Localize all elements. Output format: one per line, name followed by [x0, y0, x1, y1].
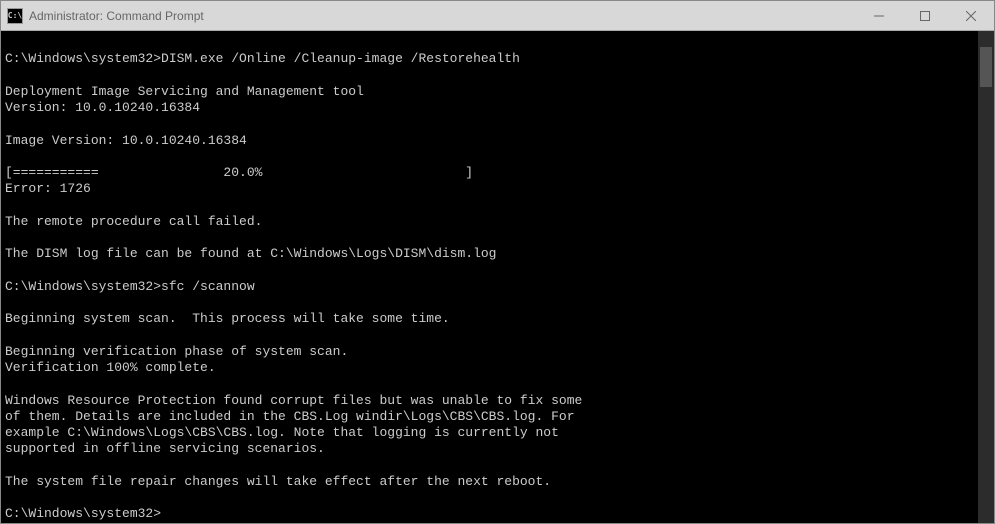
window-controls — [856, 1, 994, 30]
terminal-line: C:\Windows\system32>DISM.exe /Online /Cl… — [5, 51, 978, 67]
terminal-line: supported in offline servicing scenarios… — [5, 441, 978, 457]
terminal-line: The remote procedure call failed. — [5, 214, 978, 230]
minimize-button[interactable] — [856, 1, 902, 30]
terminal-line — [5, 458, 978, 474]
command-prompt-window: C:\ Administrator: Command Prompt C:\Win… — [0, 0, 995, 524]
scrollbar-vertical[interactable] — [978, 31, 994, 523]
terminal-line — [5, 230, 978, 246]
terminal-line: Image Version: 10.0.10240.16384 — [5, 133, 978, 149]
terminal-line — [5, 328, 978, 344]
terminal-line — [5, 490, 978, 506]
terminal-line: example C:\Windows\Logs\CBS\CBS.log. Not… — [5, 425, 978, 441]
terminal-line — [5, 149, 978, 165]
terminal-line: [=========== 20.0% ] — [5, 165, 978, 181]
maximize-icon — [920, 11, 930, 21]
terminal-line: The system file repair changes will take… — [5, 474, 978, 490]
terminal-line: Deployment Image Servicing and Managemen… — [5, 84, 978, 100]
terminal-line: The DISM log file can be found at C:\Win… — [5, 246, 978, 262]
terminal-line: Beginning verification phase of system s… — [5, 344, 978, 360]
window-title: Administrator: Command Prompt — [29, 9, 856, 23]
window-icon: C:\ — [7, 8, 23, 24]
terminal-line: C:\Windows\system32> — [5, 506, 978, 522]
close-button[interactable] — [948, 1, 994, 30]
terminal-line: of them. Details are included in the CBS… — [5, 409, 978, 425]
terminal-line — [5, 68, 978, 84]
terminal-line: Beginning system scan. This process will… — [5, 311, 978, 327]
close-icon — [966, 11, 976, 21]
terminal-output[interactable]: C:\Windows\system32>DISM.exe /Online /Cl… — [1, 31, 978, 523]
scrollbar-thumb[interactable] — [980, 47, 992, 87]
terminal-line — [5, 295, 978, 311]
content-area: C:\Windows\system32>DISM.exe /Online /Cl… — [1, 31, 994, 523]
titlebar[interactable]: C:\ Administrator: Command Prompt — [1, 1, 994, 31]
terminal-line — [5, 35, 978, 51]
maximize-button[interactable] — [902, 1, 948, 30]
terminal-line — [5, 376, 978, 392]
terminal-line: C:\Windows\system32>sfc /scannow — [5, 279, 978, 295]
terminal-line — [5, 116, 978, 132]
terminal-line — [5, 263, 978, 279]
terminal-line: Version: 10.0.10240.16384 — [5, 100, 978, 116]
minimize-icon — [874, 11, 884, 21]
terminal-line: Verification 100% complete. — [5, 360, 978, 376]
terminal-line: Error: 1726 — [5, 181, 978, 197]
window-icon-text: C:\ — [8, 11, 22, 20]
terminal-line — [5, 198, 978, 214]
terminal-line: Windows Resource Protection found corrup… — [5, 393, 978, 409]
